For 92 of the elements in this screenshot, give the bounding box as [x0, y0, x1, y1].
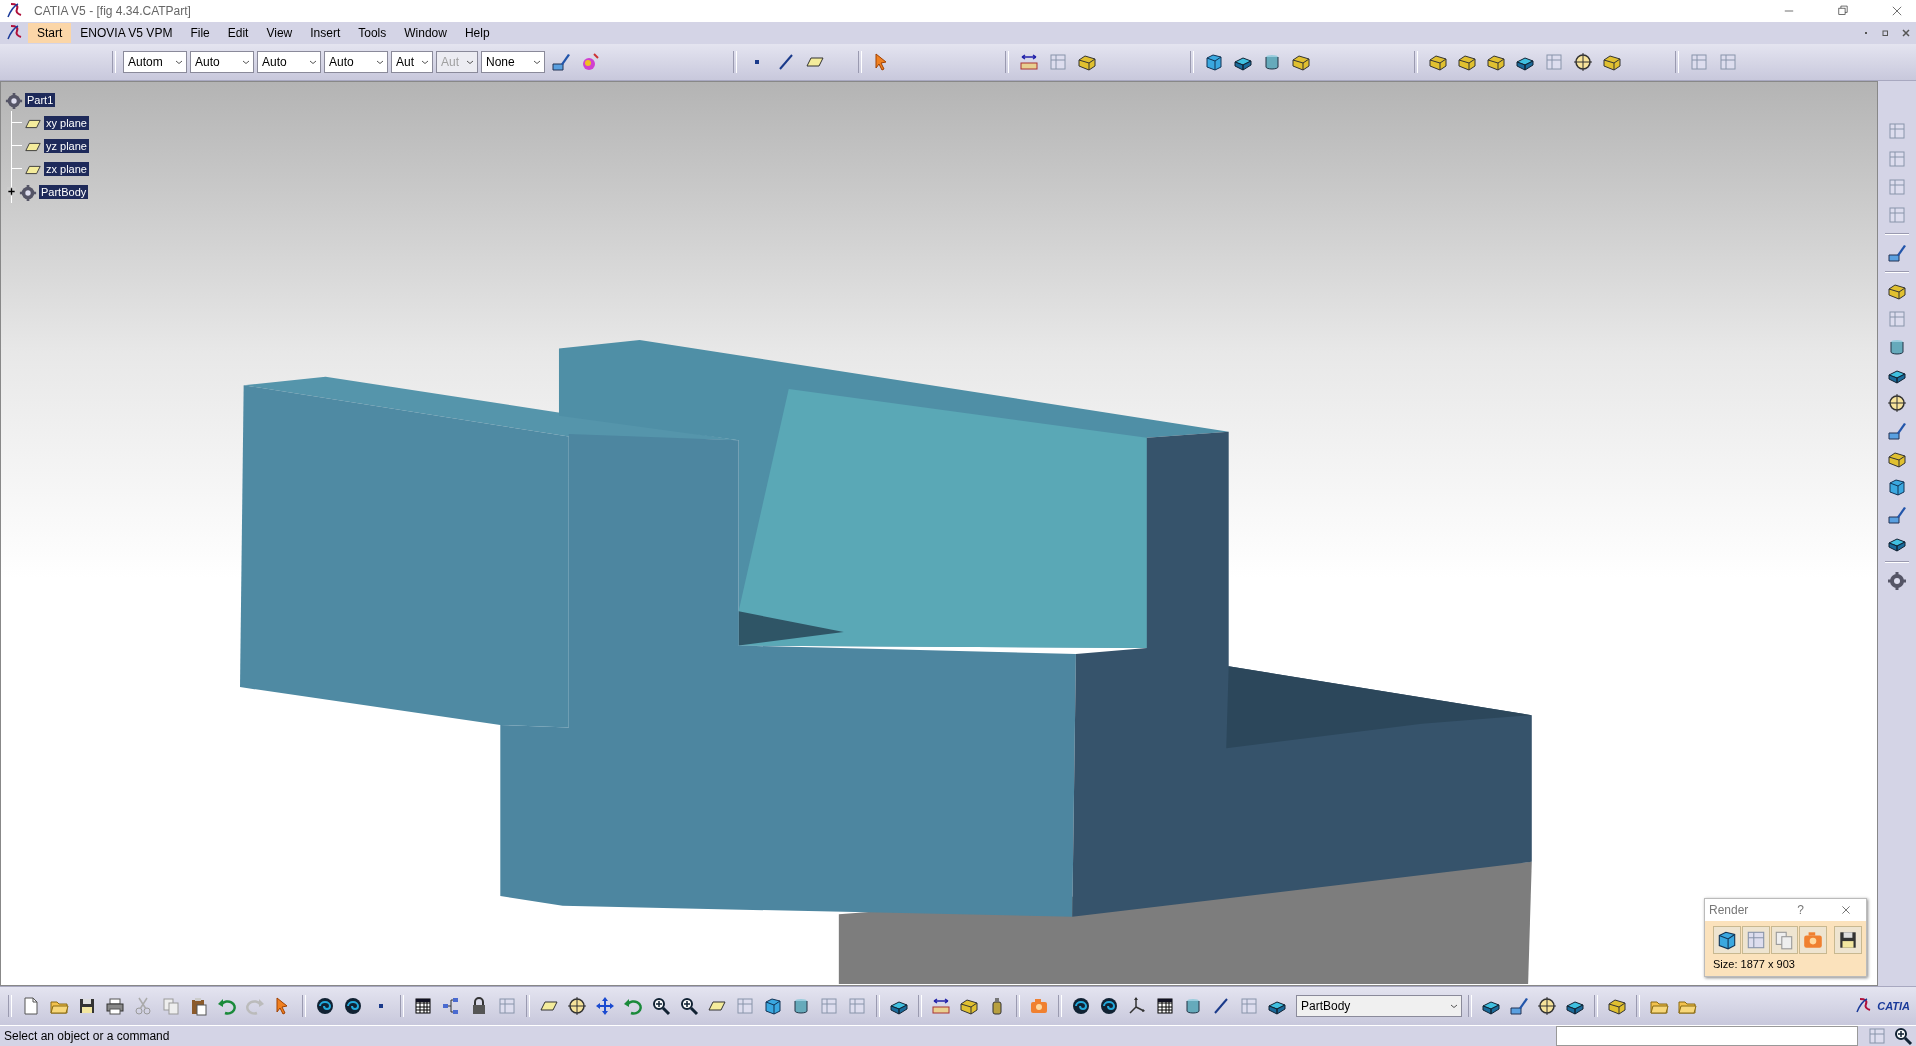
expand-icon[interactable] — [7, 187, 16, 196]
block-icon[interactable] — [1428, 52, 1448, 72]
tree-item[interactable]: xy plane — [44, 115, 89, 130]
command-field[interactable] — [1556, 1026, 1858, 1046]
window-title: CATIA V5 - [fig 4.34.CATPart] — [34, 4, 191, 18]
tree-item[interactable]: zx plane — [44, 161, 89, 176]
brush-icon[interactable] — [551, 52, 571, 72]
sphere-icon[interactable] — [580, 52, 600, 72]
cube-icon[interactable] — [763, 996, 783, 1016]
grid-icon[interactable] — [413, 996, 433, 1016]
block-icon[interactable] — [1077, 52, 1097, 72]
block-icon[interactable] — [1486, 52, 1506, 72]
menu-item[interactable]: Start — [28, 23, 72, 43]
swirl-icon[interactable] — [315, 996, 335, 1016]
line-icon[interactable] — [1211, 996, 1231, 1016]
close-icon[interactable] — [1840, 904, 1852, 916]
menu-item[interactable]: Help — [455, 23, 499, 43]
grid-icon[interactable] — [1155, 996, 1175, 1016]
cube-icon[interactable] — [1204, 52, 1224, 72]
magnifier-icon[interactable] — [651, 996, 671, 1016]
dropdown-value: Aut — [396, 55, 414, 69]
cylinder-icon[interactable] — [791, 996, 811, 1016]
tree-item[interactable]: PartBody — [39, 184, 89, 199]
gear-icon[interactable] — [1887, 571, 1907, 591]
menu-item[interactable]: Insert — [301, 23, 350, 43]
menu-item[interactable]: File — [181, 23, 219, 43]
arrows-icon[interactable] — [595, 996, 615, 1016]
tree-item[interactable]: yz plane — [44, 138, 89, 153]
dropdown[interactable]: Auto — [324, 51, 388, 73]
panel-title: Render — [1709, 903, 1750, 917]
logo-text: CATIA — [1877, 1000, 1910, 1012]
dropdown-value: Auto — [195, 55, 220, 69]
magnifier-icon[interactable] — [679, 996, 699, 1016]
menu-item[interactable]: View — [257, 23, 302, 43]
help-button[interactable]: ? — [1797, 903, 1804, 917]
dropdown-value: Autom — [128, 55, 163, 69]
part-model-drawing[interactable] — [240, 340, 1533, 984]
cube-icon[interactable] — [1887, 477, 1907, 497]
dropdown-value: Aut — [441, 55, 459, 69]
image-size-label: Size: 1877 x 903 — [1712, 957, 1796, 972]
measure-icon[interactable] — [931, 996, 951, 1016]
crosshair-icon[interactable] — [1887, 393, 1907, 413]
brush-icon[interactable] — [1509, 996, 1529, 1016]
cylinder-icon[interactable] — [1262, 52, 1282, 72]
part-icon — [5, 90, 23, 109]
axes-icon[interactable] — [1127, 996, 1147, 1016]
magnifier-icon[interactable] — [1893, 1026, 1913, 1046]
menu-item[interactable]: Window — [395, 23, 456, 43]
dropdown[interactable]: Auto — [190, 51, 254, 73]
dropdown-value: Auto — [262, 55, 287, 69]
block-icon[interactable] — [1607, 996, 1627, 1016]
dropdown-value: Auto — [329, 55, 354, 69]
save-icon[interactable] — [1834, 926, 1862, 954]
crosshair-icon[interactable] — [1573, 52, 1593, 72]
cylinder-icon[interactable] — [1887, 337, 1907, 357]
crosshair-icon[interactable] — [567, 996, 587, 1016]
block-icon[interactable] — [1887, 449, 1907, 469]
line-icon[interactable] — [776, 52, 796, 72]
printer-icon[interactable] — [105, 996, 125, 1016]
cylinder-icon[interactable] — [1183, 996, 1203, 1016]
block-icon[interactable] — [1291, 52, 1311, 72]
block-icon[interactable] — [1457, 52, 1477, 72]
dropdown[interactable]: PartBody — [1296, 995, 1462, 1017]
swirl-icon[interactable] — [343, 996, 363, 1016]
block-icon[interactable] — [1602, 52, 1622, 72]
brush-icon[interactable] — [1887, 505, 1907, 525]
status-message: Select an object or a command — [4, 1029, 170, 1043]
dropdown[interactable]: Auto — [257, 51, 321, 73]
brush-icon[interactable] — [1887, 421, 1907, 441]
menu-item[interactable]: Edit — [218, 23, 258, 43]
dropdown[interactable]: Aut — [391, 51, 433, 73]
clipboard-icon[interactable] — [189, 996, 209, 1016]
brush-icon[interactable] — [1887, 243, 1907, 263]
dropdown-value: PartBody — [1301, 999, 1351, 1013]
tree-item[interactable]: Part1 — [25, 92, 56, 107]
block-icon[interactable] — [959, 996, 979, 1016]
dropdown-value: None — [486, 55, 515, 69]
swirl-icon[interactable] — [1099, 996, 1119, 1016]
measure-icon[interactable] — [1019, 52, 1039, 72]
block-icon[interactable] — [1887, 281, 1907, 301]
dropdown[interactable]: None — [481, 51, 545, 73]
document-icon[interactable] — [21, 996, 41, 1016]
tree-icon[interactable] — [441, 996, 461, 1016]
menu-item[interactable]: Tools — [349, 23, 396, 43]
body-icon — [19, 182, 37, 201]
swirl-icon[interactable] — [1071, 996, 1091, 1016]
3d-viewport[interactable]: Part1 xy plane yz plane zx plane PartBody Render ? Size: 1877 x 903 — [0, 81, 1878, 986]
dropdown[interactable]: Autom — [123, 51, 187, 73]
menu-item[interactable]: ENOVIA V5 VPM — [71, 23, 182, 43]
crosshair-icon[interactable] — [1537, 996, 1557, 1016]
image-icon[interactable] — [1713, 926, 1741, 954]
floppy-icon[interactable] — [77, 996, 97, 1016]
